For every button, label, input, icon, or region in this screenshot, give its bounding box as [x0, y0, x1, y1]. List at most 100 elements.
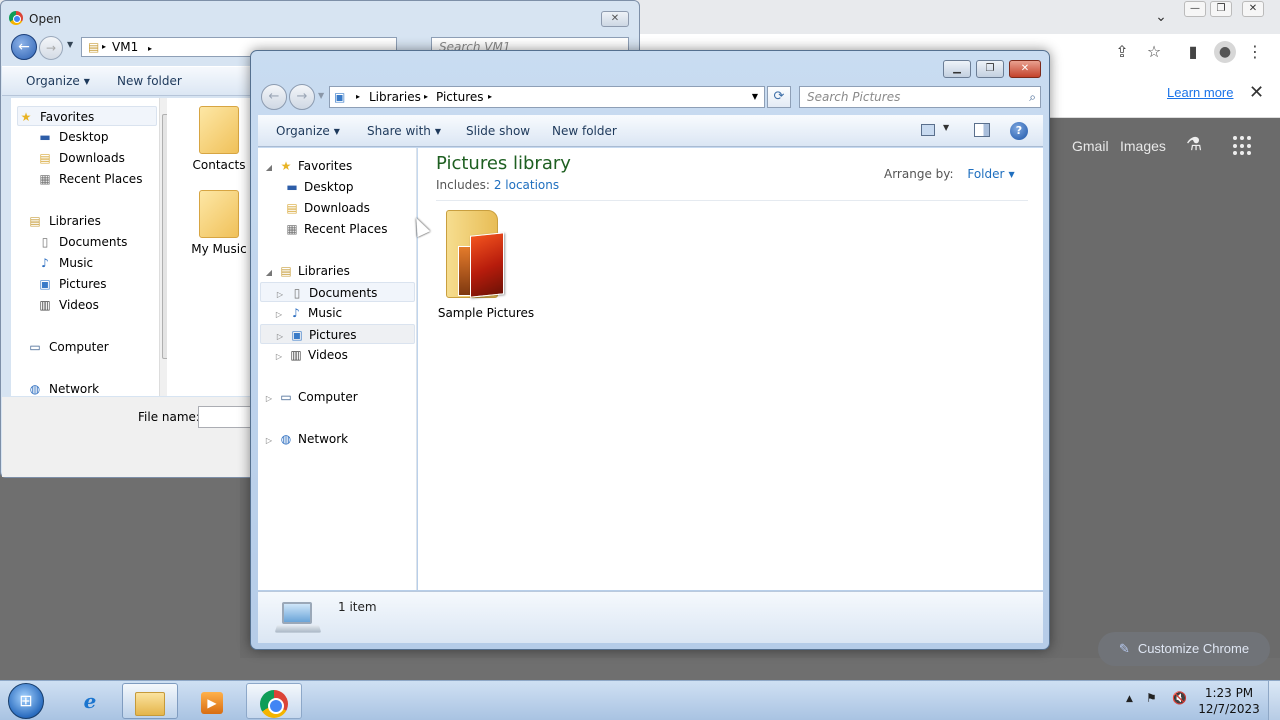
tree-recent-places[interactable]: ▦ Recent Places	[284, 219, 387, 239]
new-folder-button[interactable]: New folder	[552, 124, 617, 138]
desktop-icon: ▬	[286, 180, 298, 194]
tree-pictures[interactable]: ▷ ▣ Pictures	[260, 324, 415, 344]
customize-chrome-button[interactable]: ✎ Customize Chrome	[1098, 632, 1270, 666]
pictures-library-icon: ▣	[334, 90, 346, 104]
nav-favorites[interactable]: ★ Favorites	[17, 106, 157, 126]
organize-button[interactable]: Organize ▼	[26, 74, 90, 88]
chrome-menu-icon[interactable]: ⋮	[1244, 41, 1266, 63]
nav-pictures[interactable]: ▣ Pictures	[37, 274, 177, 294]
labs-flask-icon[interactable]: ⚗	[1186, 134, 1202, 155]
breadcrumb-libraries[interactable]: Libraries	[369, 87, 421, 107]
search-pictures-input[interactable]: Search Pictures ⌕	[799, 86, 1041, 108]
minimize-button[interactable]: ▁	[943, 60, 971, 78]
back-arrow-icon[interactable]: ←	[261, 84, 287, 110]
nav-videos[interactable]: ▥ Videos	[37, 295, 177, 315]
address-history-dropdown-icon[interactable]: ▼	[752, 87, 758, 107]
media-player-taskbar-button[interactable]: ▶	[184, 683, 240, 719]
chrome-logo-icon	[9, 11, 23, 25]
refresh-icon[interactable]: ⟳	[767, 86, 791, 108]
tab-search-icon[interactable]: ⌄	[1150, 6, 1172, 28]
slide-show-button[interactable]: Slide show	[466, 124, 530, 138]
system-clock[interactable]: 1:23 PM 12/7/2023	[1196, 685, 1262, 717]
chrome-restore-button[interactable]: ❐	[1210, 1, 1232, 17]
infobar-close-icon[interactable]: ✕	[1249, 82, 1264, 103]
desktop-icon: ▬	[39, 130, 51, 144]
chrome-close-button[interactable]: ✕	[1242, 1, 1264, 17]
breadcrumb-vm1[interactable]: VM1	[112, 40, 138, 54]
view-options-dropdown-icon[interactable]: ▼	[943, 123, 949, 132]
show-desktop-button[interactable]	[1268, 681, 1280, 720]
tree-libraries[interactable]: ◢ ▤ Libraries	[264, 261, 350, 281]
chrome-minimize-button[interactable]: —	[1184, 1, 1206, 17]
nav-recent-places[interactable]: ▦ Recent Places	[37, 169, 177, 189]
change-view-icon[interactable]	[921, 124, 935, 136]
nav-computer[interactable]: ▭ Computer	[27, 337, 167, 357]
contacts-folder-icon	[199, 106, 239, 154]
recent-pages-dropdown-icon[interactable]: ▼	[67, 40, 73, 49]
open-dialog-close-button[interactable]: ✕	[601, 11, 629, 27]
forward-arrow-icon[interactable]: →	[39, 36, 63, 60]
action-center-flag-icon[interactable]: ⚑	[1146, 691, 1157, 705]
tree-music[interactable]: ▷ ♪ Music	[274, 303, 342, 323]
tree-computer[interactable]: ▷ ▭ Computer	[264, 387, 358, 407]
nav-network[interactable]: ◍ Network	[27, 379, 167, 399]
new-folder-button[interactable]: New folder	[117, 74, 182, 88]
pictures-icon: ▣	[291, 328, 303, 342]
start-button[interactable]: ⊞	[8, 683, 44, 719]
documents-icon: ▯	[293, 286, 301, 300]
network-icon: ◍	[280, 432, 292, 446]
bookmark-star-icon[interactable]: ☆	[1143, 41, 1165, 63]
nav-downloads[interactable]: ▤ Downloads	[37, 148, 177, 168]
help-icon[interactable]: ?	[1010, 122, 1028, 140]
contacts-folder[interactable]: Contacts	[184, 106, 254, 172]
close-button[interactable]: ✕	[1009, 60, 1041, 78]
nav-libraries[interactable]: ▤ Libraries	[27, 211, 167, 231]
organize-button[interactable]: Organize ▼	[276, 124, 340, 138]
back-arrow-icon[interactable]: ←	[11, 34, 37, 60]
nav-desktop[interactable]: ▬ Desktop	[37, 127, 177, 147]
tree-network[interactable]: ▷ ◍ Network	[264, 429, 348, 449]
side-panel-icon[interactable]: ▮	[1182, 41, 1204, 63]
volume-muted-icon[interactable]: 🔇	[1172, 691, 1187, 705]
tree-downloads[interactable]: ▤ Downloads	[284, 198, 370, 218]
learn-more-link[interactable]: Learn more	[1167, 85, 1233, 100]
tree-desktop[interactable]: ▬ Desktop	[284, 177, 353, 197]
locations-link[interactable]: 2 locations	[494, 178, 559, 192]
preview-pane-icon[interactable]	[974, 123, 990, 137]
pencil-icon: ✎	[1118, 641, 1130, 656]
arrange-by-dropdown[interactable]: Folder ▼	[967, 167, 1014, 181]
nav-music[interactable]: ♪ Music	[37, 253, 177, 273]
profile-avatar-icon[interactable]: ●	[1214, 41, 1236, 63]
breadcrumb-chevron-icon: ▸	[488, 92, 493, 101]
explorer-navigation-pane: ◢ ★ Favorites ▬ Desktop ▤ Downloads ▦ Recent …	[258, 148, 417, 590]
share-icon[interactable]: ⇪	[1111, 41, 1133, 63]
libraries-icon: ▤	[280, 264, 292, 278]
internet-explorer-taskbar-button[interactable]: e	[62, 683, 118, 719]
search-icon[interactable]: ⌕	[1029, 87, 1036, 107]
forward-arrow-icon[interactable]: →	[289, 84, 315, 110]
tree-videos[interactable]: ▷ ▥ Videos	[274, 345, 348, 365]
videos-icon: ▥	[290, 348, 302, 362]
file-name-input[interactable]	[198, 406, 258, 428]
gmail-link[interactable]: Gmail	[1072, 138, 1109, 154]
downloads-folder-icon: ▤	[286, 201, 298, 215]
maximize-button[interactable]: ❐	[976, 60, 1004, 78]
show-hidden-icons-icon[interactable]: ▲	[1126, 694, 1133, 704]
folder-icon: ▤	[88, 40, 100, 54]
share-with-button[interactable]: Share with ▼	[367, 124, 441, 138]
chrome-taskbar-button[interactable]	[246, 683, 302, 719]
explorer-address-field[interactable]: ▣ ▸ Libraries ▸ Pictures ▸ ▼	[329, 86, 765, 108]
windows-explorer-taskbar-button[interactable]	[122, 683, 178, 719]
breadcrumb-pictures[interactable]: Pictures	[436, 87, 484, 107]
recent-pages-dropdown-icon[interactable]: ▼	[318, 91, 324, 100]
internet-explorer-icon: e	[83, 689, 97, 713]
recent-places-icon: ▦	[39, 172, 51, 186]
videos-icon: ▥	[39, 298, 51, 312]
google-apps-icon[interactable]	[1233, 136, 1253, 156]
nav-documents[interactable]: ▯ Documents	[37, 232, 177, 252]
images-link[interactable]: Images	[1120, 138, 1166, 154]
pictures-explorer-window: ▁ ❐ ✕ ← → ▼ ▣ ▸ Libraries ▸ Pictures ▸ ▼…	[250, 50, 1050, 650]
tree-favorites[interactable]: ◢ ★ Favorites	[264, 156, 352, 176]
my-music-folder[interactable]: My Music	[184, 190, 254, 256]
tree-documents[interactable]: ▷ ▯ Documents	[260, 282, 415, 302]
